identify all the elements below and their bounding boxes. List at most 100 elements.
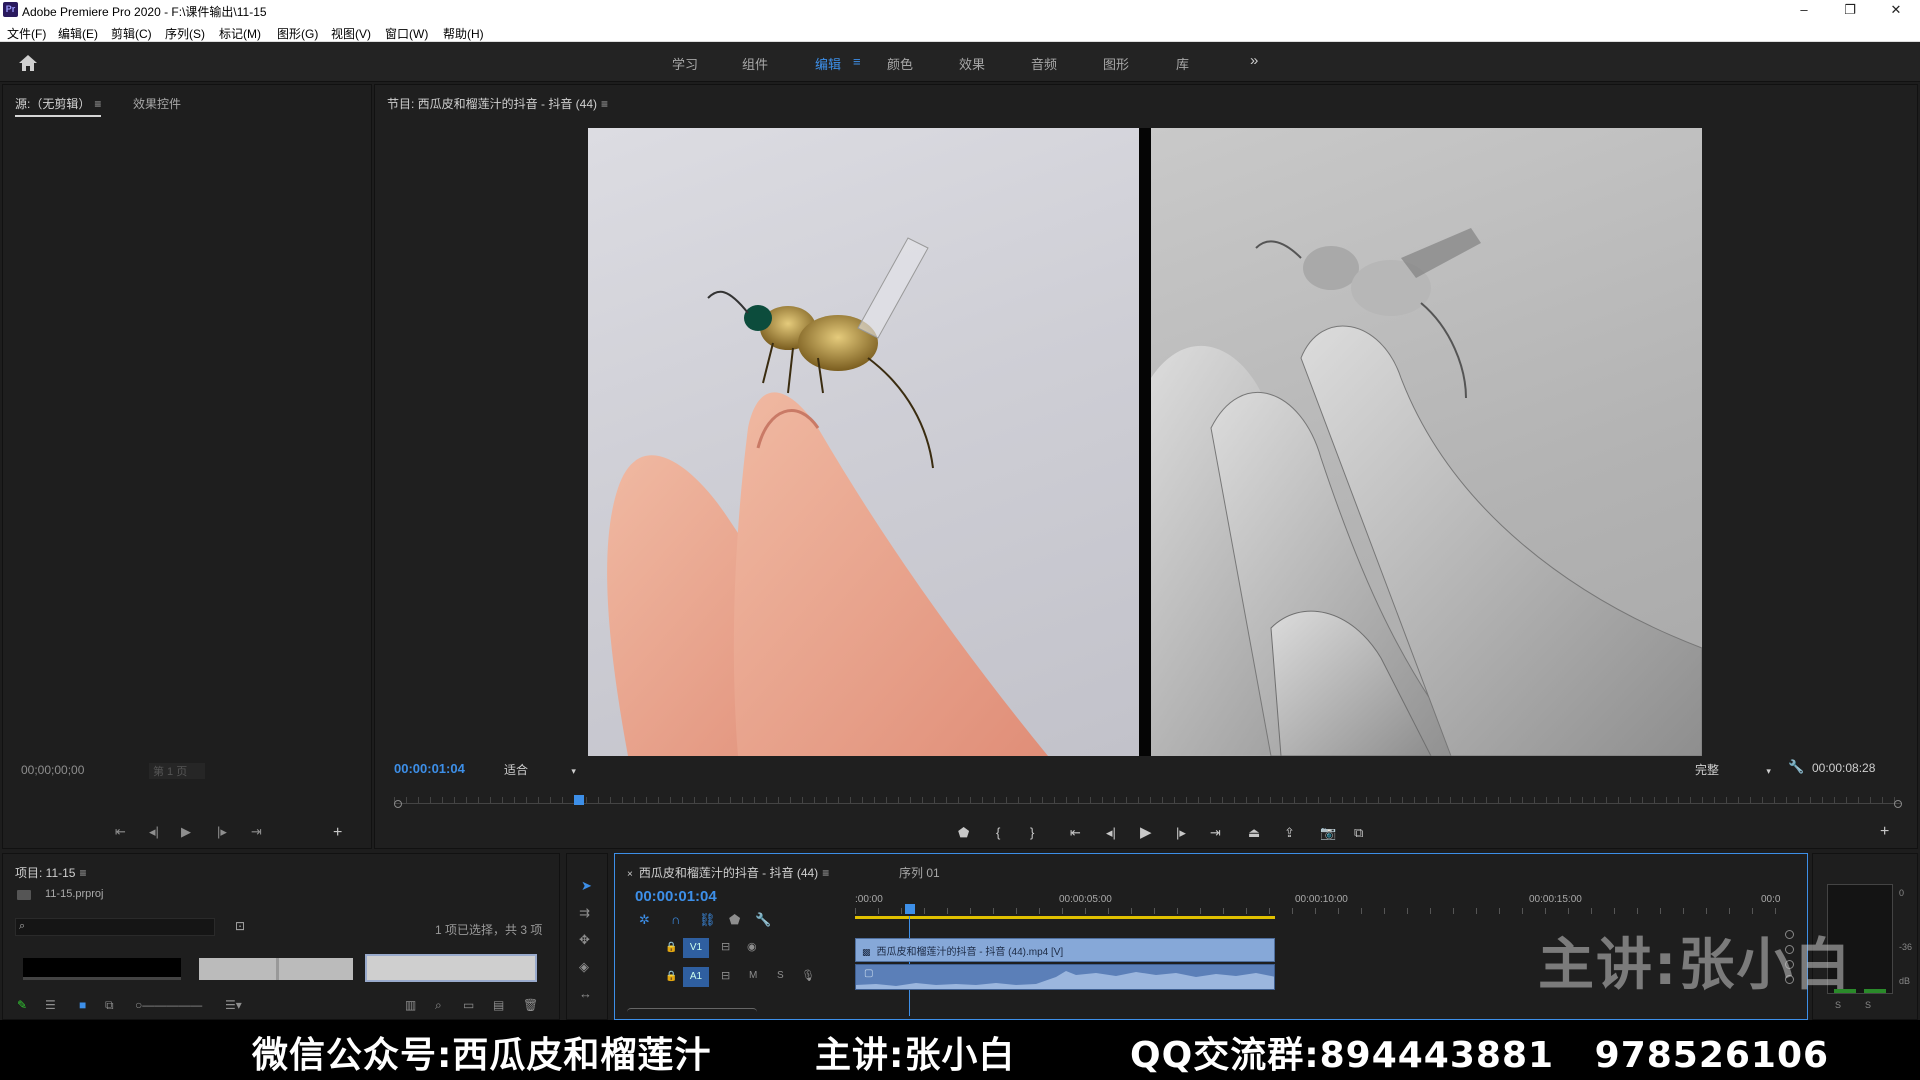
menu-window[interactable]: 窗口(W)	[385, 25, 428, 42]
source-add-button-icon[interactable]: +	[333, 824, 342, 842]
program-scrubber[interactable]	[394, 795, 1902, 811]
time-ruler[interactable]: :00:00 00:00:05:00 00:00:10:00 00:00:15:…	[855, 894, 1785, 920]
tab-learning[interactable]: 学习	[672, 54, 698, 73]
menu-edit[interactable]: 编辑(E)	[58, 25, 98, 42]
track-a1-toggle[interactable]: A1	[683, 967, 709, 987]
menu-graphics[interactable]: 图形(G)	[277, 25, 318, 42]
menu-clip[interactable]: 剪辑(C)	[111, 25, 152, 42]
tab-effects[interactable]: 效果	[959, 54, 985, 73]
menu-marker[interactable]: 标记(M)	[219, 25, 261, 42]
tab-color[interactable]: 颜色	[887, 54, 913, 73]
source-mark-in-icon[interactable]: ⇤	[115, 824, 126, 840]
tab-source[interactable]: 源:（无剪辑） ≡	[15, 95, 102, 117]
pencil-icon[interactable]: ✎	[17, 998, 27, 1012]
slip-tool-icon[interactable]: ↔	[579, 986, 592, 1001]
eye-icon[interactable]: ◉	[747, 940, 757, 953]
toggle-sync-lock-icon[interactable]: ⊟	[721, 940, 730, 953]
source-go-out-icon[interactable]: ⇥	[251, 824, 262, 840]
nest-icon[interactable]: ✲	[639, 912, 650, 928]
step-forward-icon[interactable]: |▸	[1176, 825, 1186, 841]
lock-v1-icon[interactable]: 🔒	[665, 942, 677, 953]
tab-editing[interactable]: 编辑	[815, 54, 841, 73]
program-add-button-icon[interactable]: +	[1880, 823, 1889, 841]
project-search-input[interactable]: ⌕	[15, 918, 215, 936]
new-bin-from-search-icon[interactable]: ⊡	[235, 919, 245, 933]
program-timecode[interactable]: 00:00:01:04	[394, 761, 465, 776]
toggle-sync-lock-a1-icon[interactable]: ⊟	[721, 969, 730, 982]
playhead-icon[interactable]	[574, 795, 584, 805]
mute-button[interactable]: M	[749, 970, 757, 981]
list-view-icon[interactable]: ☰	[45, 998, 56, 1012]
source-play-icon[interactable]: ▶	[181, 824, 191, 840]
timeline-playhead-icon[interactable]	[905, 904, 915, 914]
settings-wrench-icon[interactable]: 🔧	[1788, 759, 1804, 775]
new-item-icon[interactable]: ▤	[493, 998, 504, 1012]
lift-icon[interactable]: ⏏	[1248, 825, 1260, 841]
new-bin-icon[interactable]: ▭	[463, 998, 474, 1012]
track-select-tool-icon[interactable]: ⇉	[579, 905, 590, 921]
home-icon[interactable]	[18, 54, 38, 72]
go-to-out-icon[interactable]: ⇥	[1210, 825, 1221, 841]
menu-sequence[interactable]: 序列(S)	[165, 25, 205, 42]
snap-icon[interactable]: ∩	[671, 912, 680, 927]
track-v1-toggle[interactable]: V1	[683, 938, 709, 958]
lock-a1-icon[interactable]: 🔒	[665, 971, 677, 982]
mark-in-icon[interactable]: {	[996, 825, 1000, 840]
add-marker-icon[interactable]: ⬟	[958, 825, 969, 841]
meter-solo-left-button[interactable]: S	[1835, 1000, 1841, 1010]
source-page-select[interactable]: 第 1 页	[149, 763, 206, 779]
tab-effect-controls[interactable]: 效果控件	[133, 95, 181, 112]
program-title[interactable]: 节目: 西瓜皮和榴莲汁的抖音 - 抖音 (44) ≡	[387, 95, 608, 112]
export-frame-camera-icon[interactable]: 📷	[1320, 825, 1336, 841]
workspace-menu-icon[interactable]: ≡	[853, 54, 861, 69]
ripple-edit-tool-icon[interactable]: ✥	[579, 932, 590, 948]
go-to-in-icon[interactable]: ⇤	[1070, 825, 1081, 841]
project-title[interactable]: 项目: 11-15 ≡	[15, 864, 87, 881]
tab-libraries[interactable]: 库	[1176, 54, 1189, 73]
restore-icon[interactable]: ❐	[1830, 0, 1870, 20]
freeform-view-icon[interactable]: ⧉	[105, 998, 114, 1013]
thumbnail-clip-selected[interactable]	[365, 954, 537, 982]
razor-tool-icon[interactable]: ◈	[579, 959, 589, 975]
meter-solo-right-button[interactable]: S	[1865, 1000, 1871, 1010]
menu-help[interactable]: 帮助(H)	[443, 25, 484, 42]
more-workspaces-icon[interactable]: »	[1250, 52, 1258, 69]
source-step-back-icon[interactable]: ◂|	[149, 824, 159, 840]
sort-icon[interactable]: ☰▾	[225, 998, 242, 1012]
icon-view-icon[interactable]: ■	[79, 998, 86, 1012]
thumbnail-clip[interactable]	[199, 958, 353, 980]
close-tab-icon[interactable]: ×	[627, 869, 633, 880]
solo-button[interactable]: S	[777, 970, 784, 981]
timeline-marker-icon[interactable]: ⬟	[729, 912, 740, 928]
selection-tool-icon[interactable]: ➤	[581, 878, 592, 894]
timeline-timecode[interactable]: 00:00:01:04	[635, 888, 717, 905]
find-icon[interactable]: ⌕	[435, 998, 442, 1013]
trash-icon[interactable]: 🗑	[523, 998, 538, 1012]
zoom-slider-icon[interactable]: ○—————	[135, 998, 202, 1012]
quality-select[interactable]: 完整 ▾	[1695, 761, 1771, 778]
close-icon[interactable]: ✕	[1876, 0, 1916, 20]
timeline-tab-active[interactable]: × 西瓜皮和榴莲汁的抖音 - 抖音 (44) ≡	[627, 864, 829, 881]
play-icon[interactable]: ▶	[1140, 823, 1152, 841]
source-step-forward-icon[interactable]: |▸	[217, 824, 227, 840]
tab-graphics[interactable]: 图形	[1103, 54, 1129, 73]
menu-view[interactable]: 视图(V)	[331, 25, 371, 42]
step-back-icon[interactable]: ◂|	[1106, 825, 1116, 841]
extract-icon[interactable]: ⇪	[1284, 825, 1295, 841]
menu-file[interactable]: 文件(F)	[7, 25, 46, 42]
audio-clip[interactable]: ▢	[855, 964, 1275, 990]
timeline-tab-sequence-01[interactable]: 序列 01	[899, 864, 940, 881]
work-area-bar[interactable]	[855, 916, 1275, 919]
tab-assembly[interactable]: 组件	[742, 54, 768, 73]
video-clip[interactable]: ▩ 西瓜皮和榴莲汁的抖音 - 抖音 (44).mp4 [V]	[855, 938, 1275, 962]
timeline-zoom-scrollbar[interactable]	[627, 1008, 757, 1016]
tab-audio[interactable]: 音频	[1031, 54, 1057, 73]
compare-view-icon[interactable]: ⧉	[1354, 825, 1363, 841]
timeline-settings-icon[interactable]: 🔧	[755, 912, 771, 928]
minimize-icon[interactable]: –	[1784, 0, 1824, 20]
thumbnail-sequence[interactable]	[23, 958, 181, 980]
fit-select[interactable]: 适合 ▾	[504, 761, 576, 778]
automate-icon[interactable]: ▥	[405, 998, 416, 1012]
mark-out-icon[interactable]: }	[1030, 825, 1034, 840]
source-timecode[interactable]: 00;00;00;00	[21, 763, 84, 777]
